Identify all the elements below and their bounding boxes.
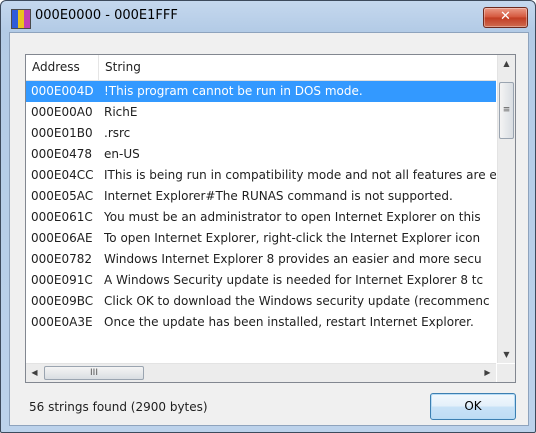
row-address: 000E061C [31, 210, 93, 224]
row-address: 000E004D [31, 84, 94, 98]
table-row[interactable]: 000E09BC Click OK to download the Windows… [26, 291, 496, 312]
close-button[interactable]: ✕ [483, 7, 528, 28]
table-row[interactable]: 000E01B0 .rsrc [26, 123, 496, 144]
row-address: 000E091C [31, 273, 93, 287]
row-string: IThis is being run in compatibility mode… [104, 168, 496, 182]
vertical-scroll-thumb[interactable]: ≡ [499, 82, 514, 139]
column-header-address[interactable]: Address [26, 55, 99, 80]
table-row[interactable]: 000E0782 Windows Internet Explorer 8 prov… [26, 249, 496, 270]
table-row[interactable]: 000E05AC Internet Explorer#The RUNAS comm… [26, 186, 496, 207]
scroll-left-icon[interactable]: ◀ [26, 364, 43, 381]
row-address: 000E04CC [31, 168, 94, 182]
row-address: 000E09BC [31, 294, 94, 308]
table-row[interactable]: 000E004D !This program cannot be run in D… [26, 81, 496, 102]
scroll-down-icon[interactable]: ▼ [498, 346, 515, 363]
scroll-up-icon[interactable]: ▲ [498, 55, 515, 72]
dialog-body: Address String 000E004D !This program can… [9, 32, 529, 426]
ok-button[interactable]: OK [430, 393, 516, 420]
row-string: Click OK to download the Windows securit… [104, 294, 490, 308]
vertical-scrollbar[interactable]: ▲ ≡ ▼ [497, 55, 515, 363]
horizontal-scrollbar[interactable]: ◀ III ▶ [26, 363, 496, 382]
row-address: 000E00A0 [31, 105, 93, 119]
row-address: 000E06AE [31, 231, 93, 245]
column-header-string[interactable]: String [99, 55, 495, 80]
row-address: 000E01B0 [31, 126, 93, 140]
scroll-right-icon[interactable]: ▶ [479, 364, 496, 381]
row-string: RichE [104, 105, 138, 119]
row-address: 000E0478 [31, 147, 93, 161]
app-icon [11, 9, 31, 29]
strings-dialog: 000E0000 - 000E1FFF ✕ Address String 000… [0, 0, 536, 433]
scrollbar-corner [497, 364, 515, 382]
list-rows: 000E004D !This program cannot be run in D… [26, 81, 496, 362]
table-row[interactable]: 000E061C You must be an administrator to … [26, 207, 496, 228]
row-string: A Windows Security update is needed for … [104, 273, 484, 287]
status-text: 56 strings found (2900 bytes) [29, 400, 208, 414]
row-string: Once the update has been installed, rest… [104, 315, 474, 329]
row-address: 000E0A3E [31, 315, 93, 329]
strings-list[interactable]: Address String 000E004D !This program can… [25, 54, 516, 383]
title-bar[interactable]: 000E0000 - 000E1FFF ✕ [1, 1, 535, 31]
window-title: 000E0000 - 000E1FFF [35, 8, 178, 23]
list-header: Address String [26, 55, 496, 81]
row-string: Internet Explorer#The RUNAS command is n… [104, 189, 453, 203]
horizontal-scroll-thumb[interactable]: III [44, 366, 144, 380]
table-row[interactable]: 000E091C A Windows Security update is nee… [26, 270, 496, 291]
row-string: To open Internet Explorer, right-click t… [104, 231, 481, 245]
row-address: 000E05AC [31, 189, 94, 203]
table-row[interactable]: 000E00A0 RichE [26, 102, 496, 123]
table-row[interactable]: 000E04CC IThis is being run in compatibil… [26, 165, 496, 186]
row-string: .rsrc [104, 126, 131, 140]
table-row[interactable]: 000E06AE To open Internet Explorer, right… [26, 228, 496, 249]
row-string: You must be an administrator to open Int… [104, 210, 481, 224]
table-row[interactable]: 000E0478 en-US [26, 144, 496, 165]
row-string: Windows Internet Explorer 8 provides an … [104, 252, 482, 266]
row-string: !This program cannot be run in DOS mode. [104, 84, 363, 98]
row-address: 000E0782 [31, 252, 93, 266]
table-row[interactable]: 000E0A3E Once the update has been install… [26, 312, 496, 333]
row-string: en-US [104, 147, 140, 161]
